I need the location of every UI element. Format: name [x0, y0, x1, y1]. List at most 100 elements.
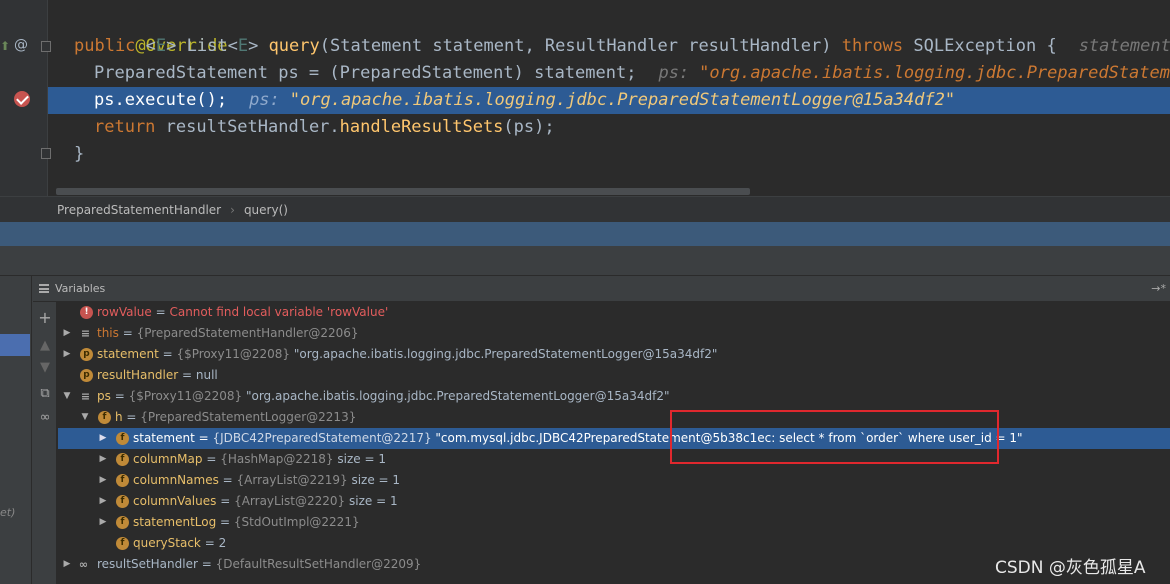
field-icon: f: [116, 453, 129, 466]
tree-row-statementlog[interactable]: ▶ f statementLog = {StdOutImpl@2221}: [58, 512, 1170, 533]
var-eq: =: [151, 305, 170, 319]
tree-row-inner-statement[interactable]: ▶ f statement = {JDBC42PreparedStatement…: [58, 428, 1170, 449]
move-up-icon[interactable]: ▲: [37, 338, 53, 354]
code-statement: PreparedStatement ps = (PreparedStatemen…: [94, 63, 637, 83]
variables-toolbar: + ▲ ▼ ⧉ ∞: [33, 302, 57, 584]
var-value: "org.apache.ibatis.logging.jdbc.Prepared…: [290, 347, 718, 361]
method-params: (Statement statement, ResultHandler resu…: [319, 36, 842, 56]
expand-icon[interactable]: ▶: [98, 470, 108, 491]
collapse-icon[interactable]: ▼: [62, 386, 72, 407]
move-down-icon[interactable]: ▼: [37, 360, 53, 376]
var-name: statement: [133, 431, 195, 445]
annotation-at-icon: @: [14, 37, 28, 53]
tree-row-resulthandler[interactable]: p resultHandler = null: [58, 365, 1170, 386]
var-eq: =: [218, 473, 237, 487]
inline-hint-statement: statement: ": [1078, 36, 1170, 56]
breadcrumb-method[interactable]: query(): [244, 203, 288, 217]
kw-public: public: [74, 36, 136, 56]
fold-toggle-end[interactable]: [41, 148, 51, 159]
add-watch-button[interactable]: +: [37, 310, 53, 326]
copy-icon[interactable]: ⧉: [37, 386, 53, 402]
frames-panel[interactable]: et): [0, 276, 32, 584]
var-eq: =: [202, 452, 221, 466]
breadcrumb-class[interactable]: PreparedStatementHandler: [57, 203, 221, 217]
horizontal-scrollbar[interactable]: [56, 188, 750, 195]
var-name: resultHandler: [97, 368, 179, 382]
collapse-icon[interactable]: ▼: [80, 407, 90, 428]
tree-row-ps[interactable]: ▼ ≡ ps = {$Proxy11@2208} "org.apache.iba…: [58, 386, 1170, 407]
code-editor[interactable]: ⬆ @ @Override public <E> List<E> query(S…: [0, 0, 1170, 196]
tree-row-rowvalue[interactable]: ! rowValue = Cannot find local variable …: [58, 302, 1170, 323]
field-icon: f: [116, 474, 129, 487]
variables-header: Variables →*: [33, 276, 1170, 302]
var-value: null: [195, 368, 218, 382]
tree-row-statement[interactable]: ▶ p statement = {$Proxy11@2208} "org.apa…: [58, 344, 1170, 365]
expand-icon[interactable]: ▶: [98, 449, 108, 470]
tree-row-this[interactable]: ▶ ≡ this = {PreparedStatementHandler@220…: [58, 323, 1170, 344]
editor-gutter[interactable]: ⬆ @: [0, 0, 51, 196]
variables-tree[interactable]: ! rowValue = Cannot find local variable …: [58, 302, 1170, 584]
var-name: resultSetHandler: [97, 557, 198, 571]
var-name: h: [115, 410, 123, 424]
object-icon: ≡: [80, 327, 91, 340]
field-icon: f: [98, 411, 111, 424]
type-param: E: [155, 36, 167, 56]
breadcrumb: PreparedStatementHandler › query(): [0, 196, 1170, 222]
var-error-message: Cannot find local variable 'rowValue': [169, 305, 389, 319]
var-value: "org.apache.ibatis.logging.jdbc.Prepared…: [242, 389, 670, 403]
parameter-icon: p: [80, 348, 93, 361]
glasses-icon[interactable]: ∞: [37, 410, 53, 426]
var-name: rowValue: [97, 305, 152, 319]
pin-icon[interactable]: →*: [1151, 276, 1166, 302]
var-ref: {ArrayList@2220}: [234, 494, 346, 508]
type-param: E: [237, 36, 249, 56]
tree-row-querystack[interactable]: f queryStack = 2: [58, 533, 1170, 554]
fold-toggle-method[interactable]: [41, 41, 51, 52]
local-var-icon: ≡: [80, 390, 91, 403]
var-value: size = 1: [347, 473, 401, 487]
tree-row-h[interactable]: ▼ f h = {PreparedStatementLogger@2213}: [58, 407, 1170, 428]
var-name: queryStack: [133, 536, 201, 550]
expand-icon[interactable]: ▶: [98, 428, 108, 449]
var-name: this: [97, 326, 119, 340]
expand-icon[interactable]: ▶: [98, 491, 108, 512]
tree-row-columnnames[interactable]: ▶ f columnNames = {ArrayList@2219} size …: [58, 470, 1170, 491]
code-area[interactable]: @Override public <E> List<E> query(State…: [48, 0, 1170, 196]
expand-icon[interactable]: ▶: [62, 323, 72, 344]
variables-title: Variables: [55, 282, 106, 295]
var-ref: {$Proxy11@2208}: [176, 347, 291, 361]
method-name: query: [268, 36, 320, 56]
breadcrumb-separator-icon: ›: [230, 203, 235, 217]
kw-throws: throws: [841, 36, 904, 56]
tree-row-columnmap[interactable]: ▶ f columnMap = {HashMap@2218} size = 1: [58, 449, 1170, 470]
glasses-icon: ∞: [78, 558, 89, 571]
code-line-6: }: [56, 141, 1170, 168]
var-eq: =: [178, 368, 196, 382]
override-icon[interactable]: ⬆: [0, 39, 10, 53]
selected-frame[interactable]: [0, 334, 30, 356]
variables-panel: Variables →* + ▲ ▼ ⧉ ∞ ! rowValue = Cann…: [33, 276, 1170, 584]
exception-type: SQLException {: [903, 36, 1057, 56]
tree-row-columnvalues[interactable]: ▶ f columnValues = {ArrayList@2220} size…: [58, 491, 1170, 512]
code-token: >: [248, 36, 269, 56]
var-name: statement: [97, 347, 159, 361]
expand-icon[interactable]: ▶: [98, 512, 108, 533]
var-eq: =: [197, 557, 216, 571]
code-statement: ps.execute();: [94, 90, 228, 110]
debug-toolbar-strip: [0, 222, 1170, 246]
expand-icon[interactable]: ▶: [62, 554, 72, 575]
error-icon: !: [80, 306, 93, 319]
expand-icon[interactable]: ▶: [62, 344, 72, 365]
field-icon: f: [116, 495, 129, 508]
inline-hint-name: ps:: [249, 90, 280, 110]
method-call: handleResultSets: [339, 117, 504, 137]
var-eq: =: [158, 347, 177, 361]
code-line-1: @Override: [56, 6, 1170, 56]
breakpoint-icon[interactable]: [14, 91, 30, 107]
code-token: (ps);: [503, 117, 555, 137]
var-eq: =: [118, 326, 137, 340]
debug-tab-strip: [0, 246, 1170, 276]
var-ref: {StdOutImpl@2221}: [233, 515, 360, 529]
code-token: resultSetHandler.: [155, 117, 340, 137]
var-value: size = 1: [333, 452, 386, 466]
